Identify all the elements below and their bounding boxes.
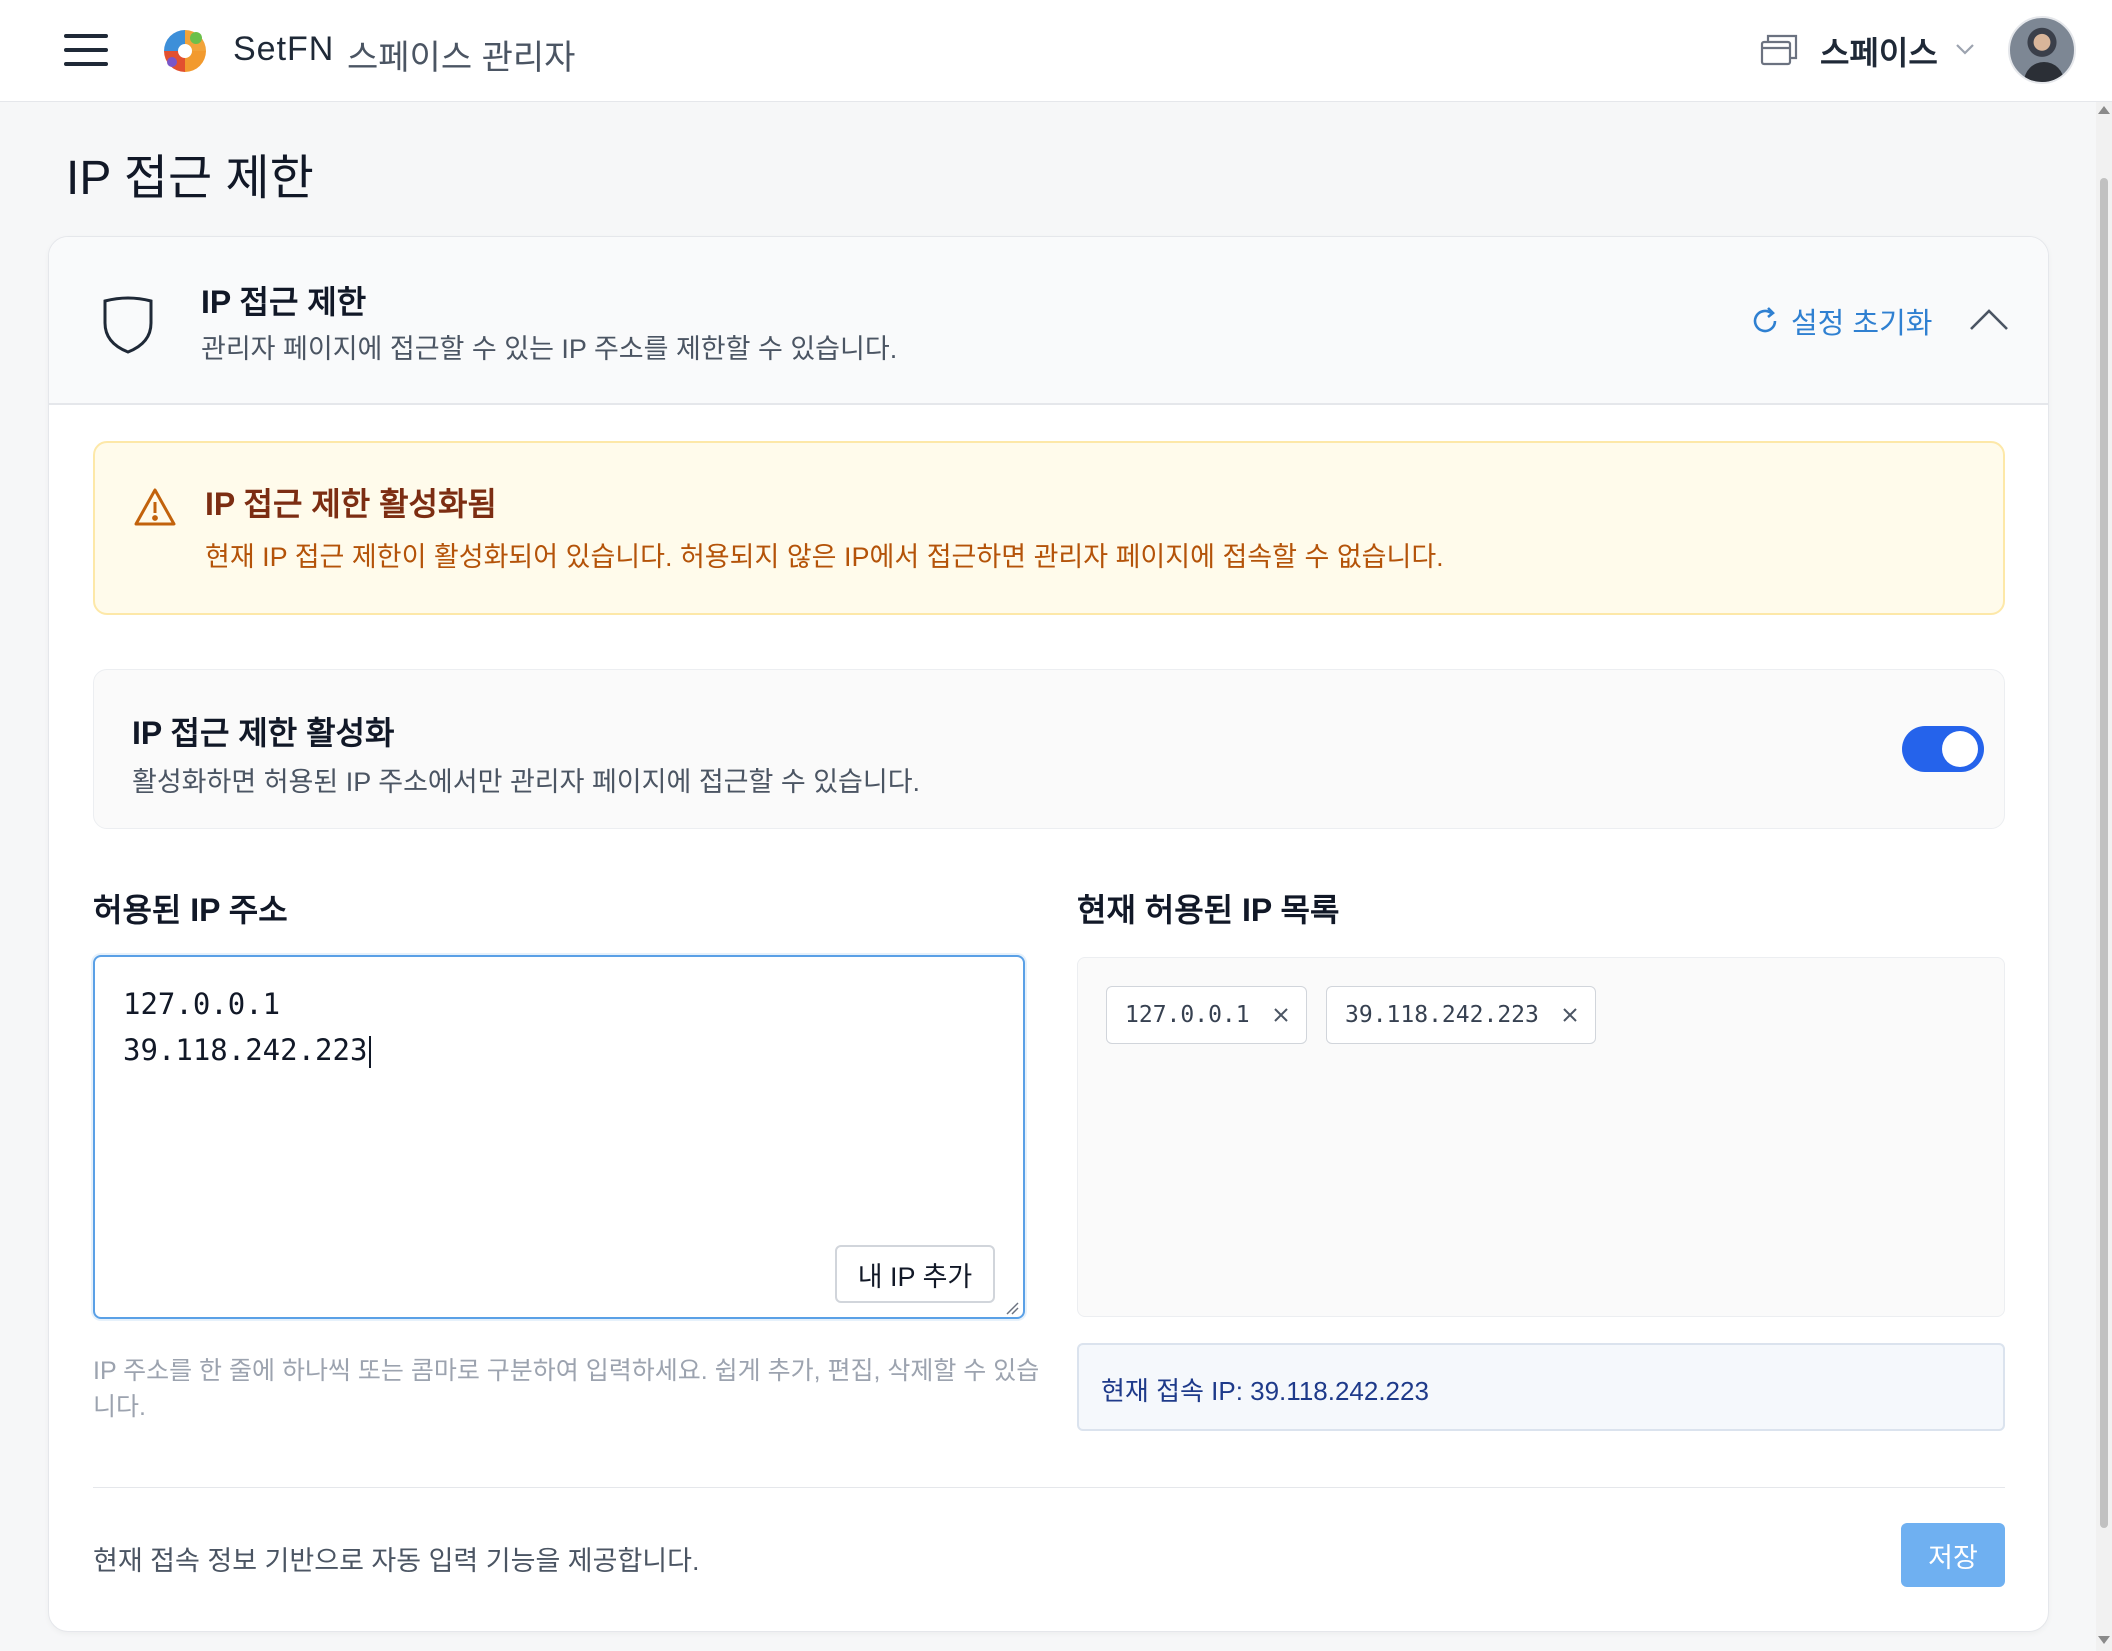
- card-title: IP 접근 제한: [201, 284, 367, 320]
- footer-divider: [93, 1487, 2005, 1488]
- brand-name: SetFN: [233, 30, 335, 68]
- textarea-line: 127.0.0.1: [123, 987, 281, 1021]
- top-bar: SetFN 스페이스 관리자 스페이스: [0, 0, 2112, 102]
- current-ip-list-label: 현재 허용된 IP 목록: [1077, 892, 1340, 928]
- toggle-title: IP 접근 제한 활성화: [132, 715, 395, 751]
- scroll-down-arrow-icon[interactable]: [2098, 1636, 2110, 1644]
- card-header: IP 접근 제한 관리자 페이지에 접근할 수 있는 IP 주소를 제한할 수 …: [49, 237, 2048, 405]
- space-selector-label[interactable]: 스페이스: [1820, 28, 1938, 74]
- enable-restriction-toggle[interactable]: [1902, 726, 1984, 772]
- shield-icon: [103, 296, 153, 354]
- allowed-ip-label: 허용된 IP 주소: [93, 892, 288, 928]
- current-ip-text: 현재 접속 IP: 39.118.242.223: [1101, 1376, 1429, 1406]
- close-icon[interactable]: [1561, 1006, 1579, 1024]
- setfn-logo: [164, 30, 206, 72]
- ip-chip: 127.0.0.1: [1106, 986, 1307, 1044]
- save-button[interactable]: 저장: [1901, 1523, 2005, 1587]
- brand-subtitle: 스페이스 관리자: [347, 39, 576, 77]
- warning-text: 현재 IP 접근 제한이 활성화되어 있습니다. 허용되지 않은 IP에서 접근…: [205, 542, 1444, 572]
- window-stack-icon[interactable]: [1760, 32, 1798, 68]
- card-description: 관리자 페이지에 접근할 수 있는 IP 주소를 제한할 수 있습니다.: [201, 334, 898, 364]
- input-hint: IP 주소를 한 줄에 하나씩 또는 콤마로 구분하여 입력하세요. 쉽게 추가…: [93, 1357, 1040, 1421]
- toggle-knob: [1942, 731, 1978, 767]
- close-icon[interactable]: [1272, 1006, 1290, 1024]
- textarea-line: 39.118.242.223: [123, 1027, 995, 1073]
- enable-restriction-row: IP 접근 제한 활성화 활성화하면 허용된 IP 주소에서만 관리자 페이지에…: [93, 669, 2005, 829]
- ip-restriction-card: IP 접근 제한 관리자 페이지에 접근할 수 있는 IP 주소를 제한할 수 …: [48, 236, 2049, 1632]
- hamburger-menu-icon[interactable]: [64, 34, 108, 68]
- page-title: IP 접근 제한: [66, 152, 314, 205]
- reset-settings-button[interactable]: 설정 초기화: [1749, 301, 1932, 341]
- chevron-down-icon[interactable]: [1954, 38, 1976, 60]
- toggle-description: 활성화하면 허용된 IP 주소에서만 관리자 페이지에 접근할 수 있습니다.: [132, 767, 921, 797]
- text-caret: [369, 1036, 372, 1068]
- ip-chip: 39.118.242.223: [1326, 986, 1596, 1044]
- refresh-icon: [1753, 307, 1777, 333]
- chevron-up-icon[interactable]: [1967, 299, 2011, 343]
- footer-text: 현재 접속 정보 기반으로 자동 입력 기능을 제공합니다.: [93, 1546, 700, 1576]
- ip-chip-label: 39.118.242.223: [1345, 1002, 1539, 1028]
- scroll-up-arrow-icon[interactable]: [2098, 106, 2110, 114]
- ip-chip-label: 127.0.0.1: [1125, 1002, 1250, 1028]
- avatar[interactable]: [2008, 16, 2076, 84]
- current-ip-info: 현재 접속 IP: 39.118.242.223: [1077, 1343, 2005, 1431]
- add-my-ip-button[interactable]: 내 IP 추가: [835, 1245, 995, 1303]
- warning-banner: IP 접근 제한 활성화됨 현재 IP 접근 제한이 활성화되어 있습니다. 허…: [93, 441, 2005, 615]
- scrollbar-thumb[interactable]: [2100, 178, 2108, 1528]
- resize-grip-icon[interactable]: [1005, 1301, 1019, 1315]
- ip-chip-list: 127.0.0.1 39.118.242.223: [1077, 957, 2005, 1317]
- reset-settings-label: 설정 초기화: [1791, 308, 1933, 340]
- warning-title: IP 접근 제한 활성화됨: [205, 486, 497, 522]
- warning-triangle-icon: [134, 488, 176, 526]
